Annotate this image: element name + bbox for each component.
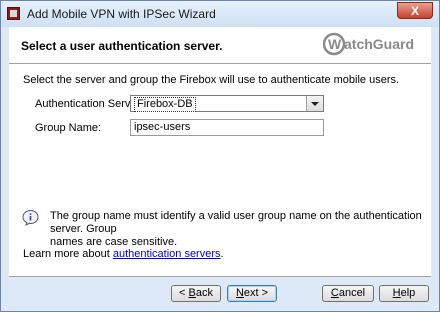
- info-message: The group name must identify a valid use…: [50, 210, 422, 249]
- watchguard-logo: W atchGuard: [323, 32, 414, 56]
- learn-suffix: .: [220, 248, 224, 260]
- wizard-window: Add Mobile VPN with IPSec Wizard X Selec…: [0, 0, 440, 312]
- next-rest: ext >: [243, 287, 269, 299]
- auth-server-label: Authentication Server:: [35, 98, 144, 110]
- app-icon: [7, 7, 20, 20]
- info-icon: [22, 210, 39, 226]
- info-line-1: The group name must identify a valid use…: [50, 210, 422, 235]
- back-button[interactable]: < Back: [171, 285, 221, 302]
- chevron-down-icon[interactable]: [306, 96, 323, 111]
- back-rest: ack: [195, 287, 213, 299]
- learn-prefix: Learn more about: [23, 248, 113, 260]
- help-button[interactable]: Help: [379, 285, 429, 302]
- auth-server-value: Firebox-DB: [134, 97, 196, 112]
- cancel-rest: ancel: [338, 287, 366, 299]
- next-mnemonic: N: [235, 287, 244, 299]
- back-mnemonic: B: [188, 287, 196, 299]
- intro-text: Select the server and group the Firebox …: [23, 74, 400, 86]
- help-mnemonic: H: [392, 287, 401, 299]
- next-button[interactable]: Next >: [227, 285, 277, 302]
- learn-more: Learn more about authentication servers.: [23, 248, 224, 260]
- cancel-button[interactable]: Cancel: [322, 285, 374, 302]
- title-bar[interactable]: Add Mobile VPN with IPSec Wizard X: [1, 1, 439, 27]
- page-title: Select a user authentication server.: [21, 39, 223, 53]
- wizard-header: Select a user authentication server. W a…: [9, 27, 431, 64]
- close-button[interactable]: X: [397, 2, 433, 19]
- window-title: Add Mobile VPN with IPSec Wizard: [27, 7, 216, 21]
- auth-server-select[interactable]: Firebox-DB: [130, 95, 324, 112]
- wizard-body: Select the server and group the Firebox …: [9, 64, 431, 276]
- auth-servers-link[interactable]: authentication servers: [113, 248, 221, 260]
- cancel-mnemonic: C: [330, 287, 339, 299]
- back-prefix: <: [179, 287, 189, 299]
- svg-text:W: W: [328, 36, 342, 52]
- svg-text:atchGuard: atchGuard: [344, 36, 414, 52]
- group-name-label: Group Name:: [35, 122, 102, 134]
- help-rest: elp: [400, 287, 416, 299]
- footer-divider: [9, 276, 431, 277]
- group-name-input[interactable]: ipsec-users: [130, 119, 324, 136]
